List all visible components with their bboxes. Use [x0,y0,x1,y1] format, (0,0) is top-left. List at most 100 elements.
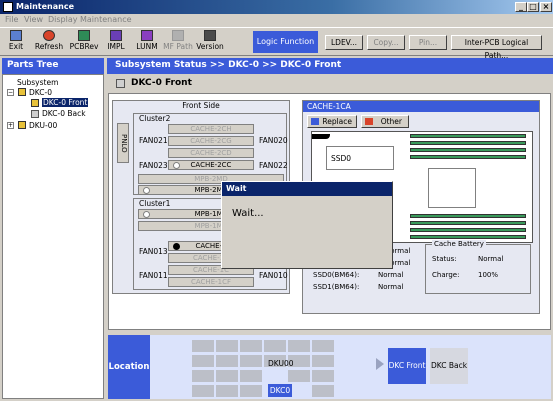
wrench-icon [365,118,373,125]
dkc-back-location[interactable]: DKC Back [430,348,468,384]
menu-display[interactable]: Display [48,15,78,24]
replace-icon [311,118,319,125]
location-cell [288,340,310,352]
dkc0-location[interactable]: DKC0 [268,384,292,397]
cache-2cg[interactable]: CACHE-2CG [168,136,254,146]
exit-button[interactable]: Exit [4,30,28,54]
inter-pcb-logical-path-button[interactable]: Inter-PCB Logical Path... [451,35,542,60]
dimm-slot [410,214,526,218]
lunm-button[interactable]: LUNM [134,30,160,54]
cluster2-title: Cluster2 [139,114,171,123]
replace-button[interactable]: Replace [307,115,357,128]
impl-icon [110,30,122,41]
dimm-slot [410,141,526,145]
cluster1-title: Cluster1 [139,199,171,208]
dimm-slot [410,221,526,225]
radio-selected-icon[interactable] [173,243,180,250]
warning-icon [18,88,26,96]
refresh-icon [43,30,55,41]
cache-1cf[interactable]: CACHE-1CF [168,277,254,287]
dkc-front-location[interactable]: DKC Front [388,348,426,384]
radio-icon[interactable] [173,162,180,169]
tree-item-dkc-0-front[interactable]: DKC-0 Front [42,98,89,107]
dku00-label[interactable]: DKU00 [268,359,294,368]
fan-021[interactable]: FAN021 [139,136,168,145]
copy-button[interactable]: Copy... [367,35,405,50]
breadcrumb: Subsystem Status >> DKC-0 >> DKC-0 Front [107,58,553,74]
cache-panel-title: CACHE-1CA [303,101,539,112]
toolbar: Exit Refresh PCBRev IMPL LUNM MF Path Ve… [0,27,553,60]
location-cell [192,385,214,397]
title-bar: Maintenance _ □ × [0,0,553,14]
location-cell [216,355,238,367]
location-cell [312,340,334,352]
location-cell [240,370,262,382]
board-latch [312,134,330,139]
component-icon [116,79,125,88]
maximize-button[interactable]: □ [527,2,539,12]
refresh-button[interactable]: Refresh [33,30,65,54]
impl-button[interactable]: IMPL [104,30,128,54]
location-bar: Location DKU00 DKC0 DKC Front DKC Back [108,335,551,399]
tree-item-subsystem[interactable]: Subsystem [17,78,58,87]
location-cell [312,355,334,367]
version-button[interactable]: Version [196,30,224,54]
dimm-slot [410,148,526,152]
ssd0-slot[interactable]: SSD0 [326,146,394,170]
close-button[interactable]: × [540,2,552,12]
ldev-button[interactable]: LDEV... [325,35,363,50]
cache-2cc[interactable]: CACHE-2CC [168,160,254,170]
cache-2cd[interactable]: CACHE-2CD [168,148,254,158]
fan-022[interactable]: FAN022 [259,161,288,170]
warning-icon [31,99,39,107]
location-cell [288,370,310,382]
lunm-icon [141,30,153,41]
component-icon [31,110,39,118]
pin-button[interactable]: Pin... [409,35,447,50]
window-title: Maintenance [16,2,75,11]
minimize-button[interactable]: _ [515,2,527,12]
cache-battery-group: Cache Battery Status: Normal Charge: 100… [425,240,531,294]
fan-010[interactable]: FAN010 [259,271,288,280]
mf-path-icon [172,30,184,41]
fan-013[interactable]: FAN013 [139,247,168,256]
location-cell [192,370,214,382]
tree-item-dkc-0-back[interactable]: DKC-0 Back [42,109,86,118]
exit-icon [10,30,22,41]
fan-011[interactable]: FAN011 [139,271,168,280]
radio-icon[interactable] [143,211,150,218]
menu-file[interactable]: File [5,15,18,24]
location-cell [312,370,334,382]
location-cell [216,385,238,397]
cache-2ch[interactable]: CACHE-2CH [168,124,254,134]
expand-icon[interactable]: + [7,122,14,129]
fan-020[interactable]: FAN020 [259,136,288,145]
ssd1-status-value: Normal [378,283,404,291]
pcbrev-button[interactable]: PCBRev [68,30,100,54]
location-cell [264,340,286,352]
mf-path-button[interactable]: MF Path [163,30,193,54]
location-cell [216,340,238,352]
collapse-icon[interactable]: − [7,89,14,96]
pnlo-panel[interactable]: PNLO [117,123,129,163]
menu-bar: File View Display Maintenance [0,14,553,26]
front-side-title: Front Side [182,101,220,110]
location-cell [240,340,262,352]
tree-item-dkc-0[interactable]: DKC-0 [29,88,52,97]
location-cell [240,355,262,367]
battery-charge-value: 100% [478,271,499,279]
tree-item-dku-00[interactable]: DKU-00 [29,121,57,130]
location-cell [312,385,334,397]
dimm-slot [410,235,526,239]
menu-maintenance[interactable]: Maintenance [80,15,132,24]
fan-023[interactable]: FAN023 [139,161,168,170]
ssd0-status-value: Normal [378,271,404,279]
battery-charge-label: Charge: [432,271,460,279]
location-cell [192,355,214,367]
menu-view[interactable]: View [24,15,43,24]
parts-tree-header: Parts Tree [2,58,104,74]
location-cell [192,340,214,352]
battery-status-value: Normal [478,255,504,263]
other-button[interactable]: Other [361,115,409,128]
radio-icon[interactable] [143,187,150,194]
